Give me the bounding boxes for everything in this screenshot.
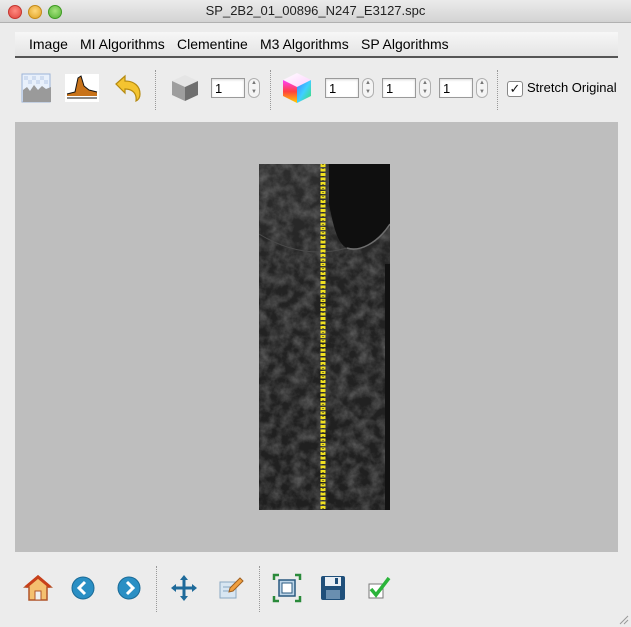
toolbar-separator: [270, 70, 271, 110]
undo-icon[interactable]: [111, 71, 145, 105]
gray-band-input[interactable]: 1: [211, 78, 245, 98]
lunar-image: [259, 164, 390, 510]
image-viewport[interactable]: [15, 122, 618, 552]
green-band-arrows[interactable]: ▲ ▼: [419, 78, 431, 98]
resize-grip-icon[interactable]: [619, 615, 629, 625]
title-bar: SP_2B2_01_00896_N247_E3127.spc: [0, 0, 631, 23]
stretch-original-checkbox[interactable]: ✓: [507, 81, 523, 97]
blue-band-input[interactable]: 1: [439, 78, 473, 98]
gray-band-arrows[interactable]: ▲ ▼: [248, 78, 260, 98]
red-band-input[interactable]: 1: [325, 78, 359, 98]
back-icon[interactable]: [66, 571, 100, 605]
app-window: SP_2B2_01_00896_N247_E3127.spc Image MI …: [0, 0, 631, 627]
red-band-stepper[interactable]: 1 ▲ ▼: [325, 78, 377, 100]
window-title: SP_2B2_01_00896_N247_E3127.spc: [205, 3, 426, 18]
gray-band-stepper[interactable]: 1 ▲ ▼: [211, 78, 263, 100]
stretch-original-label: Stretch Original: [527, 80, 617, 95]
green-band-stepper[interactable]: 1 ▲ ▼: [382, 78, 434, 100]
green-band-input[interactable]: 1: [382, 78, 416, 98]
edit-icon[interactable]: [213, 571, 247, 605]
menu-m3-algorithms[interactable]: M3 Algorithms: [260, 36, 349, 52]
toolbar-separator: [155, 70, 156, 110]
blue-band-arrows[interactable]: ▲ ▼: [476, 78, 488, 98]
color-cube-icon[interactable]: [280, 71, 314, 105]
bottom-separator: [156, 566, 157, 612]
pan-icon[interactable]: [167, 571, 201, 605]
blue-band-stepper[interactable]: 1 ▲ ▼: [439, 78, 491, 100]
save-icon[interactable]: [316, 571, 350, 605]
histogram-icon[interactable]: [65, 71, 99, 105]
apply-icon[interactable]: [362, 571, 396, 605]
menu-clementine[interactable]: Clementine: [177, 36, 248, 52]
bottom-separator: [259, 566, 260, 612]
menu-bar: Image MI Algorithms Clementine M3 Algori…: [15, 32, 618, 58]
forward-icon[interactable]: [112, 571, 146, 605]
grayscale-cube-icon[interactable]: [168, 71, 202, 105]
menu-mi-algorithms[interactable]: MI Algorithms: [80, 36, 165, 52]
zoom-fit-icon[interactable]: [270, 571, 304, 605]
menu-image[interactable]: Image: [29, 36, 68, 52]
toolbar-separator: [497, 70, 498, 110]
red-band-arrows[interactable]: ▲ ▼: [362, 78, 374, 98]
image-view-icon[interactable]: [19, 71, 53, 105]
home-icon[interactable]: [21, 571, 55, 605]
menu-sp-algorithms[interactable]: SP Algorithms: [361, 36, 449, 52]
